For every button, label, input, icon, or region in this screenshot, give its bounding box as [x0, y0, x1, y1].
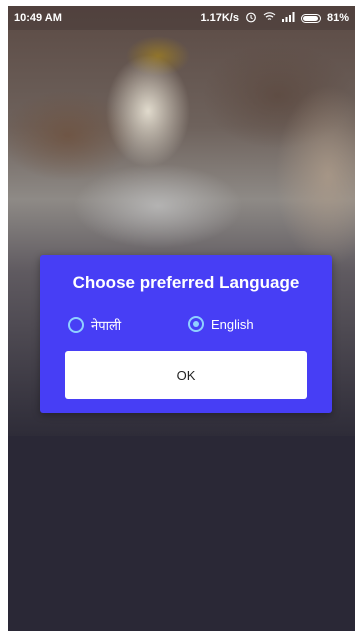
status-bar: 10:49 AM 1.17K/s 81%	[8, 6, 355, 30]
radio-label-nepali: नेपाली	[91, 318, 122, 333]
wifi-icon	[263, 11, 276, 25]
radio-option-english[interactable]: English	[188, 316, 254, 332]
network-speed: 1.17K/s	[200, 12, 239, 24]
app-screen: 10:49 AM 1.17K/s 81% Choose preferred La…	[8, 6, 355, 631]
status-time: 10:49 AM	[14, 12, 62, 24]
radio-button-english[interactable]	[188, 316, 204, 332]
alarm-icon	[245, 11, 257, 26]
radio-button-nepali[interactable]	[68, 317, 84, 333]
battery-level: 81%	[326, 12, 349, 24]
language-dialog: Choose preferred Language नेपाली English…	[40, 255, 332, 413]
battery-icon	[300, 13, 321, 23]
signal-icon	[281, 11, 295, 25]
status-indicators: 1.17K/s 81%	[200, 11, 349, 26]
ok-button[interactable]: OK	[65, 351, 307, 399]
radio-option-nepali[interactable]: नेपाली	[68, 316, 121, 334]
radio-label-english: English	[211, 316, 254, 332]
dialog-title: Choose preferred Language	[72, 273, 300, 292]
